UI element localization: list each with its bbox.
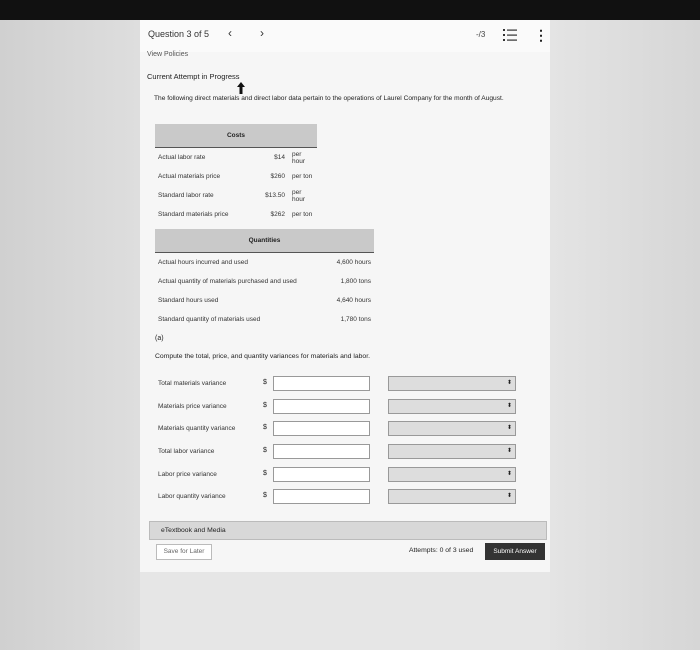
part-label: (a) [155,335,164,342]
quantity-label: Standard hours used [158,297,219,304]
question-panel: View Policies Current Attempt in Progres… [140,51,550,572]
select-arrow-icon: ⬍ [506,493,512,499]
background-left [0,20,140,650]
table-row: Standard materials price $262 per ton [155,205,317,224]
materials-quantity-variance-select[interactable]: ⬍ [388,421,516,436]
variance-label: Total materials variance [158,380,227,387]
variance-row: Materials price variance $ ⬍ [155,399,545,415]
quantity-value: 1,800 tons [340,278,371,285]
quantity-label: Actual hours incurred and used [158,259,248,266]
variance-label: Labor price variance [158,471,217,478]
cost-unit: per ton [292,173,313,180]
materials-price-variance-select[interactable]: ⬍ [388,399,516,414]
score-label: -/3 [476,30,486,39]
cost-unit: per ton [292,211,313,218]
table-row: Actual hours incurred and used 4,600 hou… [155,253,374,273]
labor-price-variance-input[interactable] [273,467,370,482]
total-materials-variance-select[interactable]: ⬍ [388,376,516,391]
question-list-icon[interactable] [502,27,518,43]
question-header: Question 3 of 5 ‹ › -/3 ⋮ [140,20,550,52]
total-labor-variance-select[interactable]: ⬍ [388,444,516,459]
mouse-cursor-icon [237,82,245,94]
attempts-counter: Attempts: 0 of 3 used [409,547,474,554]
variance-label: Labor quantity variance [158,493,226,500]
select-arrow-icon: ⬍ [506,448,512,454]
view-policies-link[interactable]: View Policies [147,51,188,58]
cost-label: Actual materials price [158,173,221,180]
quantity-value: 1,780 tons [340,316,371,323]
variance-label: Materials price variance [158,403,227,410]
quantity-value: 4,640 hours [336,297,371,304]
variance-row: Labor price variance $ ⬍ [155,467,545,483]
cost-label: Standard materials price [158,211,229,218]
total-labor-variance-input[interactable] [273,444,370,459]
top-bar [0,0,700,20]
currency-symbol: $ [263,470,267,477]
cost-unit: per hour [292,188,306,203]
attempt-status-title: Current Attempt in Progress [147,72,240,81]
select-arrow-icon: ⬍ [506,380,512,386]
materials-quantity-variance-input[interactable] [273,421,370,436]
quantity-label: Standard quantity of materials used [158,316,261,323]
table-row: Actual materials price $260 per ton [155,167,317,186]
cost-label: Actual labor rate [158,154,206,161]
labor-quantity-variance-input[interactable] [273,489,370,504]
quantity-value: 4,600 hours [336,259,371,266]
currency-symbol: $ [263,402,267,409]
cost-unit: per hour [292,150,306,165]
prev-question-icon[interactable]: ‹ [228,26,232,40]
more-options-icon[interactable]: ⋮ [534,26,548,44]
quantities-table: Quantities Actual hours incurred and use… [155,229,374,329]
total-materials-variance-input[interactable] [273,376,370,391]
etextbook-label: eTextbook and Media [161,527,226,534]
table-row: Actual quantity of materials purchased a… [155,272,374,291]
select-arrow-icon: ⬍ [506,425,512,431]
variance-row: Labor quantity variance $ ⬍ [155,489,545,505]
costs-table: Costs Actual labor rate $14 per hour Act… [155,124,317,224]
question-label: Question 3 of 5 [148,29,210,39]
variance-row: Total materials variance $ ⬍ [155,376,545,392]
table-row: Standard labor rate $13.50 per hour [155,186,317,205]
variance-label: Materials quantity variance [158,425,236,432]
variance-row: Total labor variance $ ⬍ [155,444,545,460]
labor-quantity-variance-select[interactable]: ⬍ [388,489,516,504]
cost-value: $260 [270,173,285,180]
part-instruction: Compute the total, price, and quantity v… [155,353,370,360]
submit-answer-button[interactable]: Submit Answer [485,543,545,560]
labor-price-variance-select[interactable]: ⬍ [388,467,516,482]
costs-title: Costs [155,124,317,148]
select-arrow-icon: ⬍ [506,403,512,409]
next-question-icon[interactable]: › [260,26,264,40]
table-row: Standard quantity of materials used 1,78… [155,310,374,329]
cost-value: $14 [274,154,285,161]
quantity-label: Actual quantity of materials purchased a… [158,278,297,285]
variance-row: Materials quantity variance $ ⬍ [155,421,545,437]
currency-symbol: $ [263,379,267,386]
table-row: Standard hours used 4,640 hours [155,291,374,310]
background-right [550,20,700,650]
currency-symbol: $ [263,492,267,499]
quantities-title: Quantities [155,229,374,253]
currency-symbol: $ [263,424,267,431]
cost-value: $262 [270,211,285,218]
cost-label: Standard labor rate [158,192,214,199]
etextbook-media-bar[interactable]: eTextbook and Media [149,521,547,540]
currency-symbol: $ [263,447,267,454]
table-row: Actual labor rate $14 per hour [155,148,317,168]
cost-value: $13.50 [265,192,285,199]
save-for-later-button[interactable]: Save for Later [156,544,212,560]
select-arrow-icon: ⬍ [506,471,512,477]
problem-intro: The following direct materials and direc… [154,95,504,102]
variance-label: Total labor variance [158,448,215,455]
materials-price-variance-input[interactable] [273,399,370,414]
